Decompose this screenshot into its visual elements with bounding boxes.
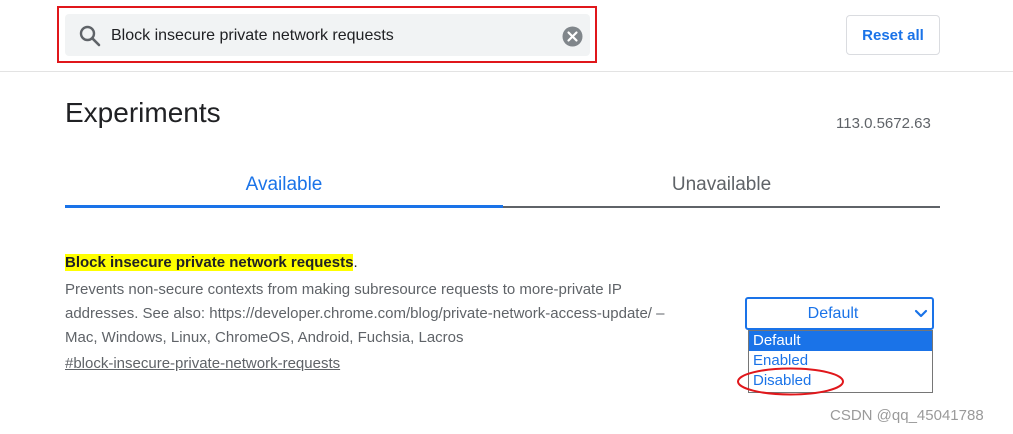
select-value: Default [807,305,859,322]
experiment-anchor-link[interactable]: #block-insecure-private-network-requests [65,353,340,375]
reset-all-button[interactable]: Reset all [846,15,940,55]
experiment-state-select[interactable]: Default [745,297,934,330]
experiment-platforms: Mac, Windows, Linux, ChromeOS, Android, … [65,329,464,346]
disabled-annotation-ellipse [737,367,844,396]
tab-unavailable[interactable]: Unavailable [503,164,940,208]
chevron-down-icon [914,309,928,318]
watermark: CSDN @qq_45041788 [830,407,984,424]
experiment-description-line: Prevents non-secure contexts from making… [65,281,622,298]
experiment-title-suffix: . [353,254,358,271]
clear-icon[interactable] [562,26,583,47]
search-input[interactable] [111,24,551,48]
search-icon [79,25,101,47]
experiment-title-text: Block insecure private network requests [65,254,354,271]
experiment-description-line: addresses. See also: https://developer.c… [65,305,665,322]
page-title: Experiments [65,97,221,128]
tab-available[interactable]: Available [65,164,503,208]
option-default[interactable]: Default [749,331,932,351]
version-label: 113.0.5672.63 [836,115,931,132]
header: Reset all [0,0,1013,72]
experiment-title: Block insecure private network requests. [65,253,358,273]
